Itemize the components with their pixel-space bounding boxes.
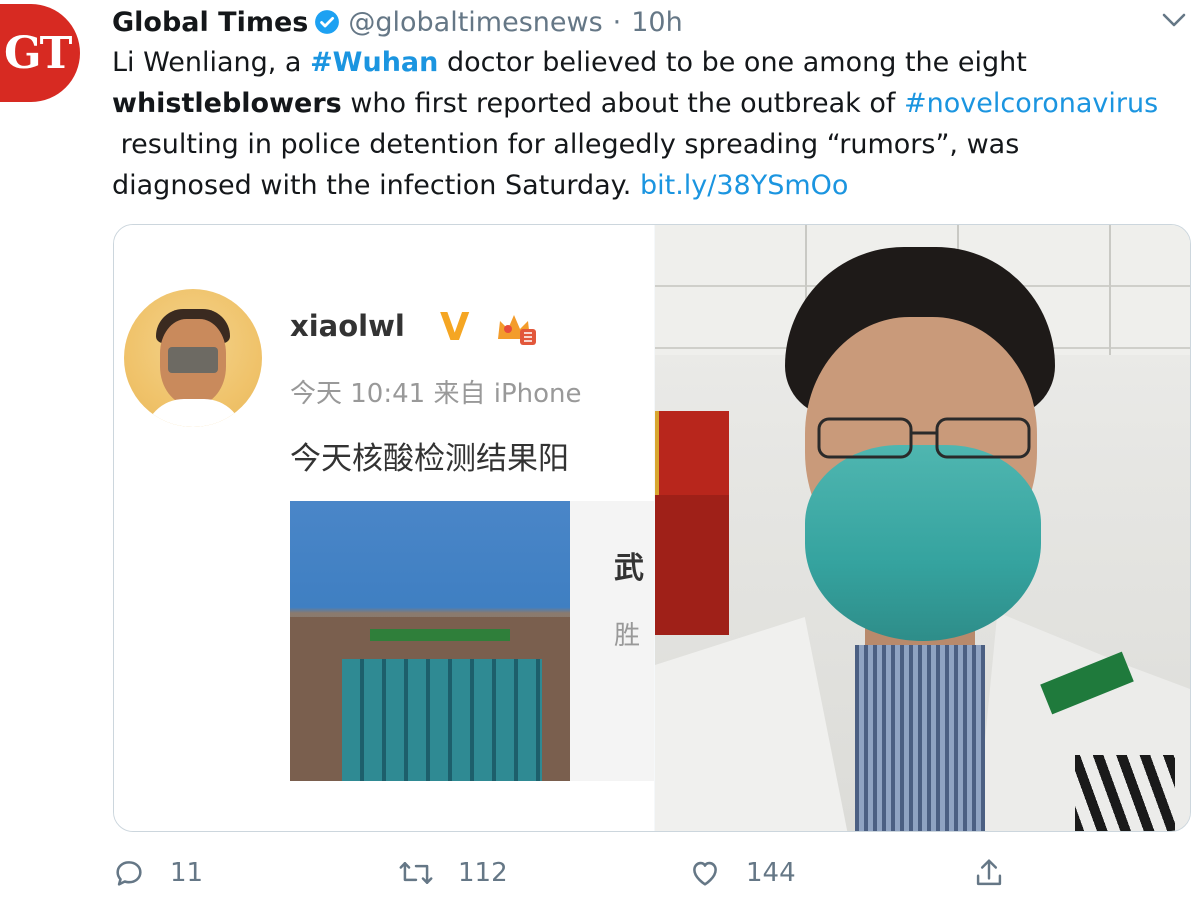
tweet-text-part: resulting in police detention for allege… <box>112 129 1020 201</box>
separator-dot: · <box>612 6 622 38</box>
weibo-screenshot[interactable]: xiaolwl V 今天 10:41 来自 iPhone 今天核酸检测结果阳 武… <box>114 225 654 831</box>
tweet-actions: 11 112 144 <box>112 850 1188 896</box>
retweet-button[interactable]: 112 <box>398 850 508 896</box>
share-icon <box>976 859 1002 886</box>
doctor-selfie-photo[interactable] <box>655 225 1190 831</box>
chevron-down-icon[interactable] <box>1160 10 1188 30</box>
weibo-post-meta: 今天 10:41 来自 iPhone <box>290 379 582 409</box>
weibo-avatar <box>124 289 262 427</box>
verified-badge-icon <box>314 9 340 35</box>
display-name[interactable]: Global Times <box>112 7 308 38</box>
like-icon <box>693 861 717 886</box>
glasses <box>805 411 1045 467</box>
hospital-building-photo <box>290 501 570 781</box>
striped-shirt <box>855 645 985 831</box>
like-count: 144 <box>746 858 796 888</box>
avatar-logo-text: GT <box>4 27 72 79</box>
red-banner <box>655 495 729 635</box>
share-button[interactable] <box>974 850 1028 896</box>
link-card-title: 武 <box>614 551 644 586</box>
hashtag-wuhan[interactable]: #Wuhan <box>310 47 438 78</box>
retweet-count: 112 <box>458 858 508 888</box>
tweet-text-part: who first reported about the outbreak of <box>341 88 904 119</box>
crown-badge-icon <box>494 309 538 347</box>
reply-icon <box>116 861 142 886</box>
tweet-header: Global Times @globaltimesnews · 10h <box>112 2 683 42</box>
profile-avatar[interactable]: GT <box>0 4 80 102</box>
user-handle[interactable]: @globaltimesnews <box>348 7 602 38</box>
retweet-icon <box>399 862 433 884</box>
reply-button[interactable]: 11 <box>112 850 203 896</box>
tweet-media[interactable]: xiaolwl V 今天 10:41 来自 iPhone 今天核酸检测结果阳 武… <box>113 224 1191 832</box>
tweet-text-part: doctor believed to be one among the eigh… <box>446 47 1027 78</box>
weibo-verified-v: V <box>440 305 470 349</box>
bold-word-whistleblowers: whistleblowers <box>112 88 342 119</box>
link-card-subtitle: 胜 <box>614 621 641 651</box>
tweet-link[interactable]: bit.ly/38YSmOo <box>640 170 848 201</box>
pens <box>1075 755 1175 831</box>
tweet-text: Li Wenliang, a #Wuhan doctor believed to… <box>112 42 1192 206</box>
tweet-text-part: Li Wenliang, a <box>112 47 311 78</box>
weibo-username: xiaolwl <box>290 309 405 343</box>
tweet[interactable]: GT Global Times @globaltimesnews · 10h L… <box>0 0 1200 900</box>
tweet-time[interactable]: 10h <box>631 7 682 38</box>
like-button[interactable]: 144 <box>688 850 796 896</box>
reply-count: 11 <box>170 858 204 888</box>
hashtag-novelcoronavirus[interactable]: #novelcoronavirus <box>904 88 1158 119</box>
face-mask <box>805 445 1041 641</box>
weibo-post-text: 今天核酸检测结果阳 <box>290 441 569 477</box>
